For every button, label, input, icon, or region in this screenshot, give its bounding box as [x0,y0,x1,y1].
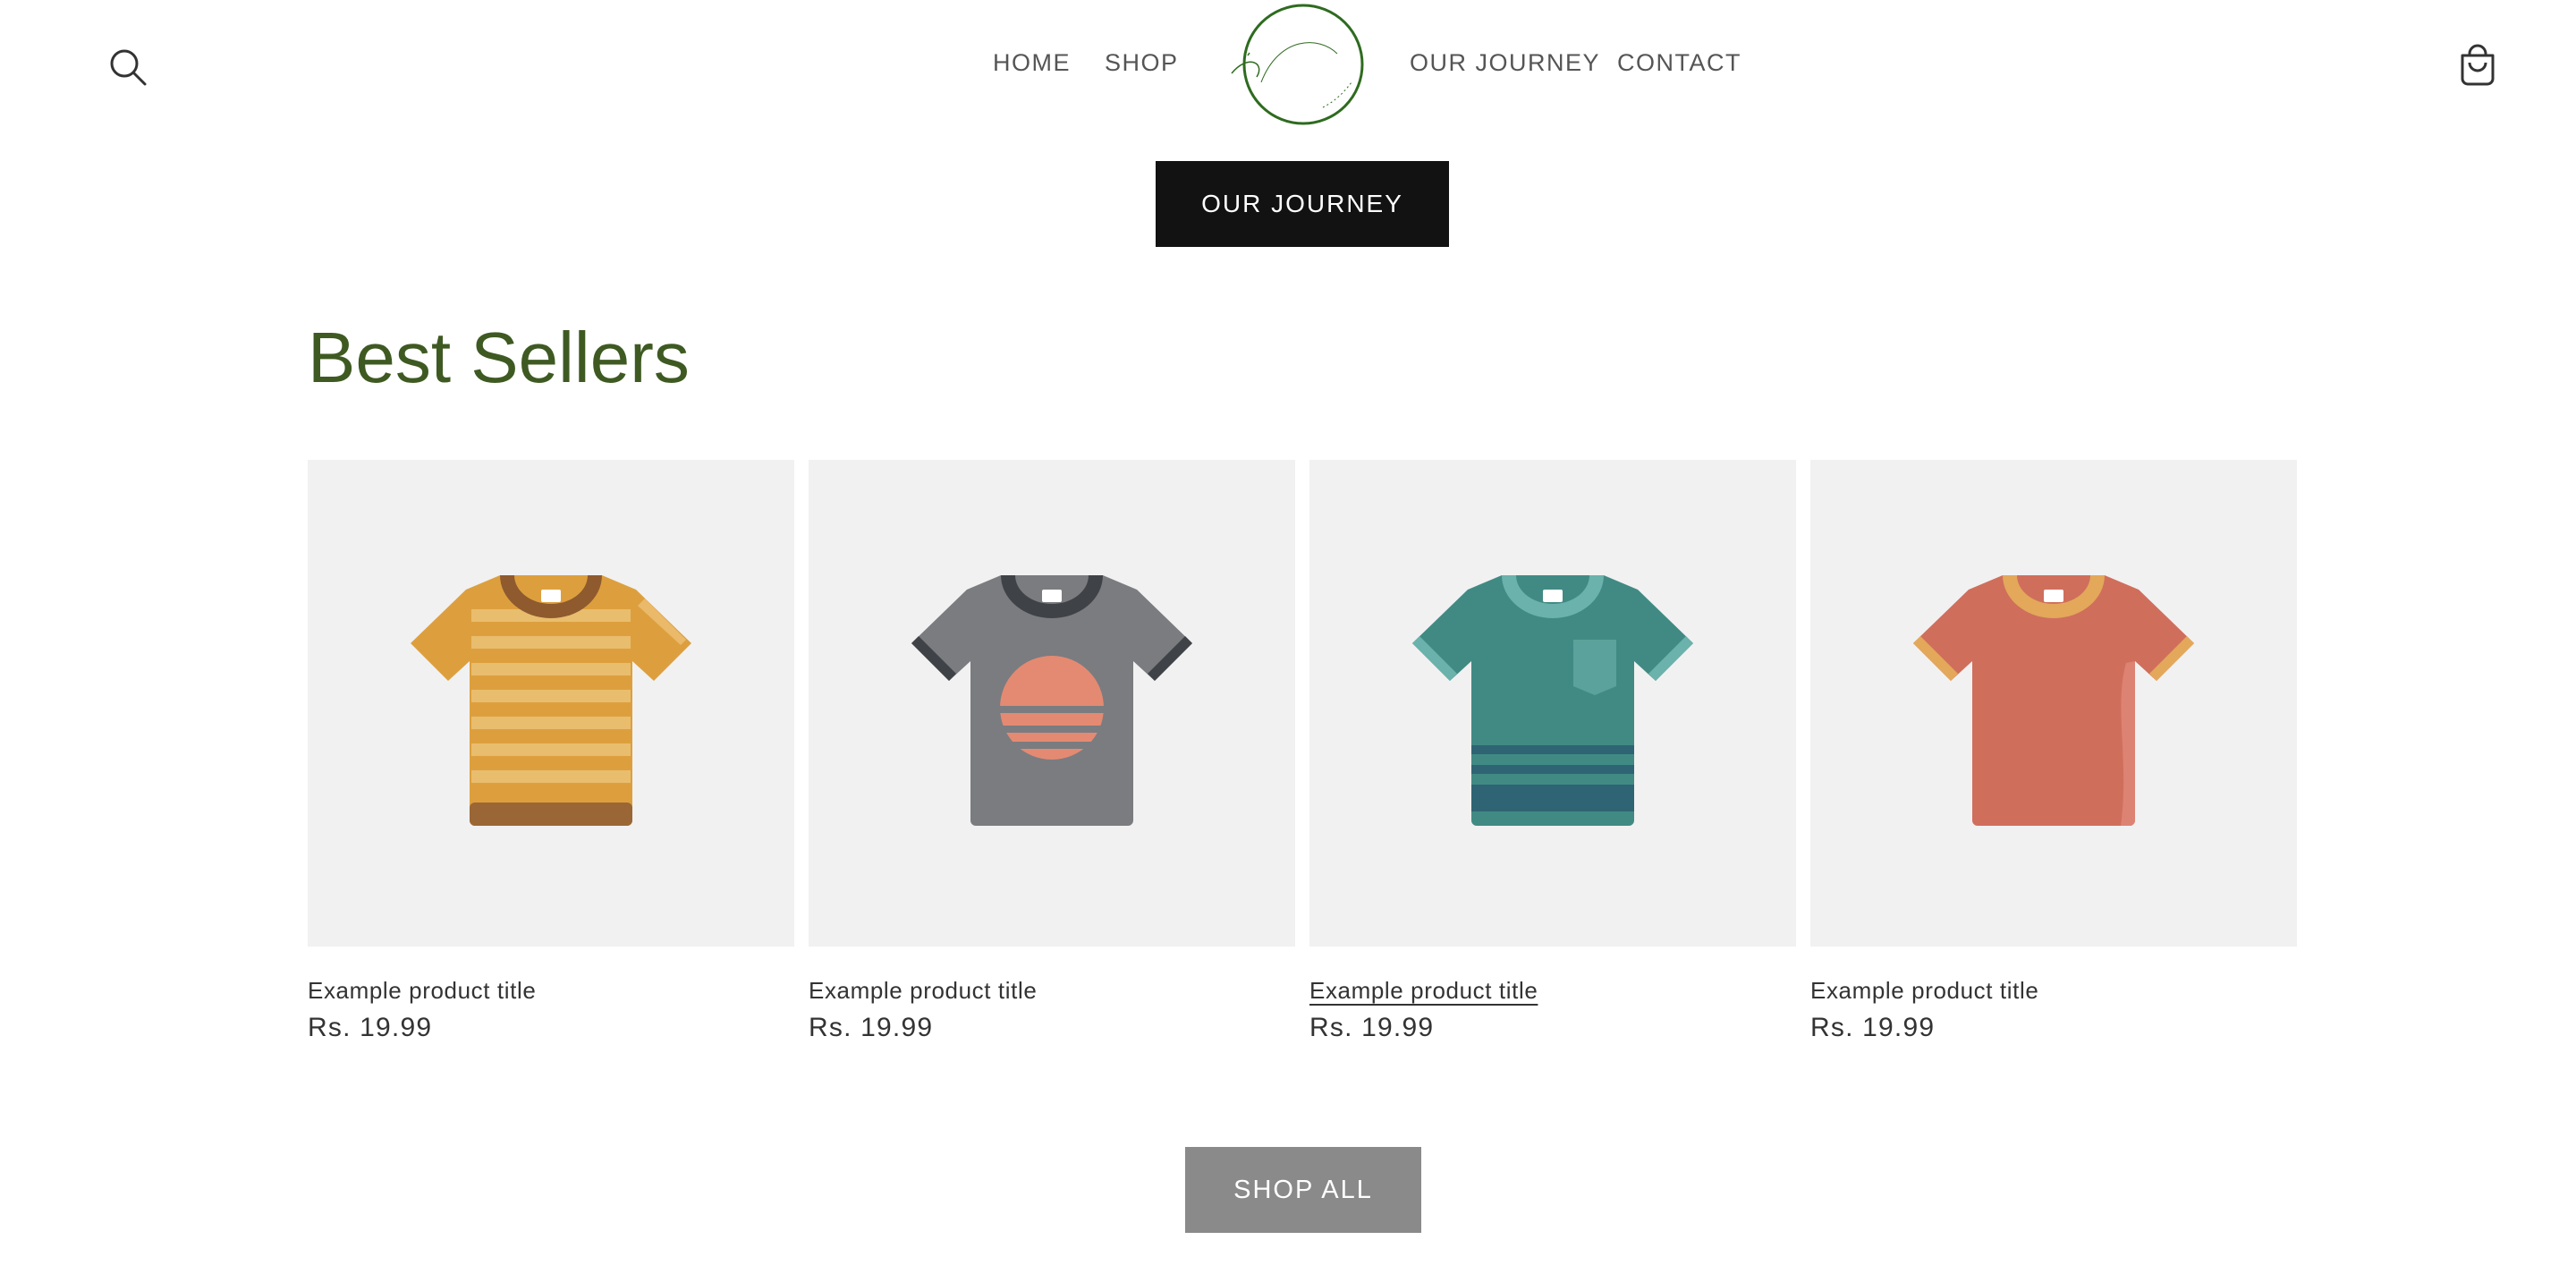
product-title[interactable]: Example product title [1810,975,2297,1006]
product-card: Example product title Rs. 19.99 [1309,460,1796,1045]
product-title[interactable]: Example product title [308,975,794,1006]
product-price: Rs. 19.99 [1810,1013,1936,1042]
coral-tshirt-icon [1913,575,2194,826]
product-title[interactable]: Example product title [809,975,1295,1006]
nav-contact[interactable]: CONTACT [1617,47,1741,79]
product-card: Example product title Rs. 19.99 [809,460,1295,1045]
product-price: Rs. 19.99 [1309,1013,1435,1042]
product-price: Rs. 19.99 [308,1013,433,1042]
product-card: Example product title Rs. 19.99 [1810,460,2297,1045]
product-image-link[interactable] [809,460,1295,947]
cart-icon[interactable] [2454,43,2501,89]
brand-logo[interactable] [1212,0,1382,134]
product-price: Rs. 19.99 [809,1013,934,1042]
striped-yellow-tshirt-icon [411,575,691,826]
nav-home[interactable]: HOME [993,47,1071,79]
grey-sunset-tshirt-icon [911,575,1192,826]
teal-pocket-tshirt-icon [1412,575,1693,826]
shop-all-button[interactable]: SHOP ALL [1185,1147,1421,1233]
our-journey-button[interactable]: OUR JOURNEY [1156,161,1449,247]
nav-our-journey[interactable]: OUR JOURNEY [1410,47,1600,79]
product-image-link[interactable] [1309,460,1796,947]
best-sellers-title: Best Sellers [308,318,690,397]
product-card: Example product title Rs. 19.99 [308,460,794,1045]
search-icon[interactable] [106,45,152,91]
product-image-link[interactable] [308,460,794,947]
product-image-link[interactable] [1810,460,2297,947]
nav-shop[interactable]: SHOP [1105,47,1179,79]
site-header: HOME SHOP OUR JOURNEY CONTACT [0,0,2576,134]
product-title[interactable]: Example product title [1309,975,1796,1006]
